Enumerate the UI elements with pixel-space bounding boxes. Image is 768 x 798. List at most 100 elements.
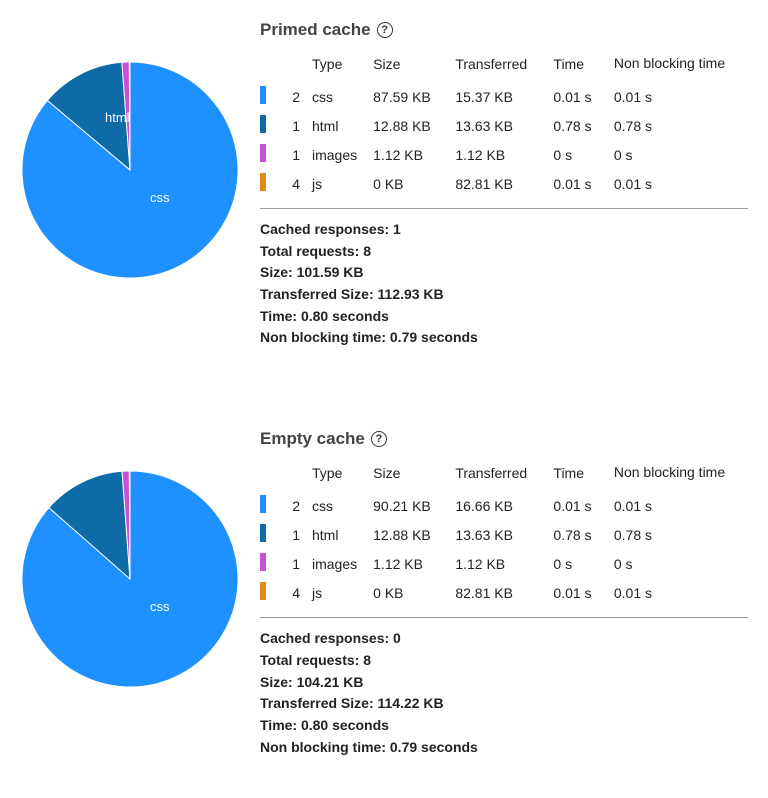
time-cell: 0.78 s bbox=[545, 111, 605, 140]
details-panel: Primed cache ? Type Size Transferred Time No… bbox=[260, 20, 748, 349]
transferred-cell: 15.37 KB bbox=[447, 82, 545, 111]
nonblocking-cell: 0.01 s bbox=[606, 169, 748, 198]
count-cell: 2 bbox=[284, 491, 304, 520]
transferred-cell: 1.12 KB bbox=[447, 549, 545, 578]
pie-chart: csshtml bbox=[20, 60, 240, 280]
nonblocking-cell: 0.01 s bbox=[606, 578, 748, 607]
summary-cached: Cached responses: 1 bbox=[260, 219, 748, 241]
transferred-cell: 1.12 KB bbox=[447, 140, 545, 169]
time-cell: 0 s bbox=[545, 549, 605, 578]
summary-size: Size: 101.59 KB bbox=[260, 262, 748, 284]
help-icon[interactable]: ? bbox=[377, 22, 393, 38]
type-cell: js bbox=[304, 578, 365, 607]
summary-transferred: Transferred Size: 112.93 KB bbox=[260, 284, 748, 306]
table-row: 4 js 0 KB 82.81 KB 0.01 s 0.01 s bbox=[260, 578, 748, 607]
summary-time: Time: 0.80 seconds bbox=[260, 715, 748, 737]
resource-table: Type Size Transferred Time Non blocking time… bbox=[260, 50, 748, 198]
table-row: 1 html 12.88 KB 13.63 KB 0.78 s 0.78 s bbox=[260, 520, 748, 549]
nonblocking-cell: 0.01 s bbox=[606, 491, 748, 520]
summary-time: Time: 0.80 seconds bbox=[260, 306, 748, 328]
summary-requests: Total requests: 8 bbox=[260, 650, 748, 672]
nonblocking-cell: 0.78 s bbox=[606, 111, 748, 140]
resource-table: Type Size Transferred Time Non blocking time… bbox=[260, 459, 748, 607]
nonblocking-cell: 0.78 s bbox=[606, 520, 748, 549]
type-cell: html bbox=[304, 520, 365, 549]
transferred-cell: 13.63 KB bbox=[447, 520, 545, 549]
table-row: 1 images 1.12 KB 1.12 KB 0 s 0 s bbox=[260, 140, 748, 169]
size-cell: 0 KB bbox=[365, 169, 447, 198]
col-header: Type bbox=[312, 465, 342, 481]
table-row: 4 js 0 KB 82.81 KB 0.01 s 0.01 s bbox=[260, 169, 748, 198]
pie-slice-js bbox=[129, 62, 130, 170]
summary-nb: Non blocking time: 0.79 seconds bbox=[260, 737, 748, 759]
js-swatch-icon bbox=[260, 582, 266, 600]
size-cell: 90.21 KB bbox=[365, 491, 447, 520]
html-swatch-icon bbox=[260, 524, 266, 542]
summary-cached: Cached responses: 0 bbox=[260, 628, 748, 650]
type-cell: html bbox=[304, 111, 365, 140]
help-icon[interactable]: ? bbox=[371, 431, 387, 447]
size-cell: 12.88 KB bbox=[365, 520, 447, 549]
size-cell: 87.59 KB bbox=[365, 82, 447, 111]
time-cell: 0.01 s bbox=[545, 82, 605, 111]
transferred-cell: 82.81 KB bbox=[447, 169, 545, 198]
size-cell: 1.12 KB bbox=[365, 140, 447, 169]
time-cell: 0.01 s bbox=[545, 491, 605, 520]
count-cell: 1 bbox=[284, 140, 304, 169]
transferred-cell: 16.66 KB bbox=[447, 491, 545, 520]
cache-section: csshtml Primed cache ? Type Size Transferr… bbox=[20, 20, 748, 349]
count-cell: 1 bbox=[284, 549, 304, 578]
table-row: 2 css 90.21 KB 16.66 KB 0.01 s 0.01 s bbox=[260, 491, 748, 520]
size-cell: 1.12 KB bbox=[365, 549, 447, 578]
images-swatch-icon bbox=[260, 144, 266, 162]
size-cell: 0 KB bbox=[365, 578, 447, 607]
time-cell: 0.01 s bbox=[545, 169, 605, 198]
count-cell: 1 bbox=[284, 111, 304, 140]
section-title: Primed cache bbox=[260, 20, 371, 40]
table-row: 2 css 87.59 KB 15.37 KB 0.01 s 0.01 s bbox=[260, 82, 748, 111]
nonblocking-cell: 0.01 s bbox=[606, 82, 748, 111]
type-cell: js bbox=[304, 169, 365, 198]
table-row: 1 images 1.12 KB 1.12 KB 0 s 0 s bbox=[260, 549, 748, 578]
cache-section: css Empty cache ? Type Size Transferred Tim… bbox=[20, 429, 748, 758]
transferred-cell: 13.63 KB bbox=[447, 111, 545, 140]
summary-size: Size: 104.21 KB bbox=[260, 672, 748, 694]
js-swatch-icon bbox=[260, 173, 266, 191]
section-title: Empty cache bbox=[260, 429, 365, 449]
col-header: Time bbox=[553, 465, 584, 481]
summary-nb: Non blocking time: 0.79 seconds bbox=[260, 327, 748, 349]
col-header: Transferred bbox=[455, 465, 527, 481]
pie-chart: css bbox=[20, 469, 240, 689]
table-row: 1 html 12.88 KB 13.63 KB 0.78 s 0.78 s bbox=[260, 111, 748, 140]
summary-block: Cached responses: 1 Total requests: 8 Si… bbox=[260, 208, 748, 349]
summary-transferred: Transferred Size: 114.22 KB bbox=[260, 693, 748, 715]
images-swatch-icon bbox=[260, 553, 266, 571]
css-swatch-icon bbox=[260, 86, 266, 104]
count-cell: 4 bbox=[284, 578, 304, 607]
col-header: Size bbox=[373, 465, 400, 481]
time-cell: 0.01 s bbox=[545, 578, 605, 607]
nonblocking-cell: 0 s bbox=[606, 140, 748, 169]
type-cell: css bbox=[304, 82, 365, 111]
col-header: Non blocking time bbox=[614, 55, 725, 71]
count-cell: 2 bbox=[284, 82, 304, 111]
time-cell: 0 s bbox=[545, 140, 605, 169]
col-header: Non blocking time bbox=[614, 464, 725, 480]
html-swatch-icon bbox=[260, 115, 266, 133]
css-swatch-icon bbox=[260, 495, 266, 513]
transferred-cell: 82.81 KB bbox=[447, 578, 545, 607]
nonblocking-cell: 0 s bbox=[606, 549, 748, 578]
count-cell: 1 bbox=[284, 520, 304, 549]
col-header: Time bbox=[553, 56, 584, 72]
col-header: Size bbox=[373, 56, 400, 72]
details-panel: Empty cache ? Type Size Transferred Time Non… bbox=[260, 429, 748, 758]
col-header: Transferred bbox=[455, 56, 527, 72]
summary-requests: Total requests: 8 bbox=[260, 241, 748, 263]
time-cell: 0.78 s bbox=[545, 520, 605, 549]
col-header: Type bbox=[312, 56, 342, 72]
pie-slice-js bbox=[129, 471, 130, 579]
type-cell: css bbox=[304, 491, 365, 520]
summary-block: Cached responses: 0 Total requests: 8 Si… bbox=[260, 617, 748, 758]
count-cell: 4 bbox=[284, 169, 304, 198]
type-cell: images bbox=[304, 549, 365, 578]
